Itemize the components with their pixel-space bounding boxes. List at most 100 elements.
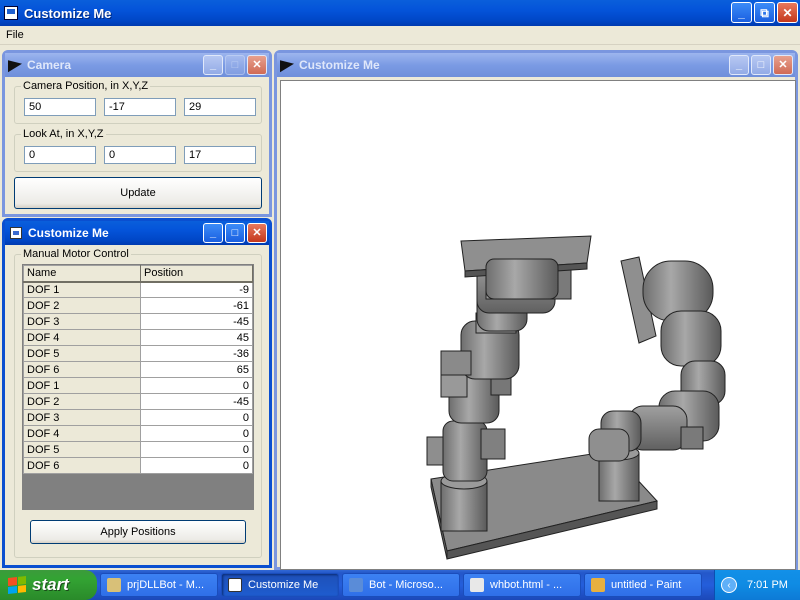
dof-name-cell: DOF 2: [23, 297, 141, 314]
main-title-bar[interactable]: Customize Me _ ⧉ ✕: [0, 0, 800, 26]
menu-file[interactable]: File: [0, 29, 30, 41]
mdi-client-area: Camera _ □ ✕ Camera Position, in X,Y,Z L…: [0, 45, 800, 570]
taskbar-item-customize-me[interactable]: Customize Me: [221, 573, 339, 597]
camera-window-title-bar[interactable]: Camera _ □ ✕: [5, 53, 269, 77]
clock[interactable]: 7:01 PM: [747, 579, 788, 591]
camera-y-input[interactable]: [104, 98, 176, 116]
update-button[interactable]: Update: [14, 177, 262, 209]
window-title: Customize Me: [24, 5, 112, 21]
table-row[interactable]: DOF 4 45: [23, 329, 253, 346]
table-row[interactable]: DOF 40: [23, 425, 253, 442]
dof-name-cell: DOF 4: [23, 329, 141, 346]
chevron-left-icon[interactable]: ‹: [721, 577, 737, 593]
app-window-icon: [4, 6, 18, 20]
windows-logo-icon: [8, 576, 26, 594]
dof-name-cell: DOF 5: [23, 345, 141, 362]
system-tray: ‹ 7:01 PM: [714, 570, 800, 600]
camera-position-legend: Camera Position, in X,Y,Z: [23, 80, 149, 92]
html-file-icon: [470, 578, 484, 592]
motor-minimize-button[interactable]: _: [203, 223, 223, 243]
dof-name-cell: DOF 6: [23, 457, 141, 474]
table-row[interactable]: DOF 2 -61: [23, 297, 253, 314]
apply-positions-button[interactable]: Apply Positions: [30, 520, 246, 544]
motor-grid[interactable]: Name Position DOF 1 -9 DOF 2 -61 DOF 3 -45 DOF…: [22, 264, 254, 510]
dof-name-cell: DOF 5: [23, 441, 141, 458]
dof-position-cell[interactable]: -45: [140, 393, 253, 410]
taskbar-item-prjdllbot[interactable]: prjDLLBot - M...: [100, 573, 218, 597]
camera-z-input[interactable]: [184, 98, 256, 116]
motor-window-title-bar[interactable]: Customize Me _ □ ✕: [5, 221, 269, 245]
camera-minimize-button[interactable]: _: [203, 55, 223, 75]
minimize-button[interactable]: _: [731, 2, 752, 23]
table-row[interactable]: DOF 5 -36: [23, 345, 253, 362]
table-row[interactable]: DOF 30: [23, 409, 253, 426]
dof-name-cell: DOF 1: [23, 377, 141, 394]
look-x-input[interactable]: [24, 146, 96, 164]
task-label: Bot - Microso...: [369, 579, 443, 591]
motor-maximize-button[interactable]: □: [225, 223, 245, 243]
viewport-minimize-button[interactable]: _: [729, 55, 749, 75]
look-z-input[interactable]: [184, 146, 256, 164]
look-at-legend: Look At, in X,Y,Z: [23, 128, 104, 140]
paint-icon: [591, 578, 605, 592]
taskbar-item-bot-word[interactable]: Bot - Microso...: [342, 573, 460, 597]
table-row[interactable]: DOF 50: [23, 441, 253, 458]
viewport-window-title: Customize Me: [299, 58, 380, 72]
camera-maximize-button: □: [225, 55, 245, 75]
motor-close-button[interactable]: ✕: [247, 223, 267, 243]
3d-viewport[interactable]: [280, 80, 796, 570]
dof-name-cell: DOF 3: [23, 313, 141, 330]
table-row[interactable]: DOF 3 -45: [23, 313, 253, 330]
taskbar: start prjDLLBot - M... Customize Me Bot …: [0, 570, 800, 600]
taskbar-item-whbot-html[interactable]: whbot.html - ...: [463, 573, 581, 597]
dof-position-cell[interactable]: 0: [140, 409, 253, 426]
task-label: whbot.html - ...: [490, 579, 563, 591]
dof-name-cell: DOF 3: [23, 409, 141, 426]
dof-position-cell[interactable]: -36: [140, 345, 253, 362]
table-row[interactable]: DOF 2 -45: [23, 393, 253, 410]
dof-position-cell[interactable]: 65: [140, 361, 253, 378]
dof-name-cell: DOF 6: [23, 361, 141, 378]
column-header-name[interactable]: Name: [23, 265, 141, 283]
dof-position-cell[interactable]: 45: [140, 329, 253, 346]
dof-name-cell: DOF 2: [23, 393, 141, 410]
vb-project-icon: [107, 578, 121, 592]
look-y-input[interactable]: [104, 146, 176, 164]
viewport-maximize-button[interactable]: □: [751, 55, 771, 75]
table-row[interactable]: DOF 60: [23, 457, 253, 474]
task-label: prjDLLBot - M...: [127, 579, 205, 591]
dof-name-cell: DOF 1: [23, 281, 141, 298]
dof-position-cell[interactable]: 0: [140, 441, 253, 458]
dof-position-cell[interactable]: 0: [140, 425, 253, 442]
app-window-icon: [228, 578, 242, 592]
arrow-cursor-icon: [8, 57, 22, 73]
column-header-position[interactable]: Position: [140, 265, 253, 283]
dof-position-cell[interactable]: -9: [140, 281, 253, 298]
task-label: Customize Me: [248, 579, 319, 591]
restore-button[interactable]: ⧉: [754, 2, 775, 23]
taskbar-item-paint[interactable]: untitled - Paint: [584, 573, 702, 597]
table-row[interactable]: DOF 6 65: [23, 361, 253, 378]
table-row[interactable]: DOF 10: [23, 377, 253, 394]
dof-position-cell[interactable]: 0: [140, 457, 253, 474]
camera-close-button[interactable]: ✕: [247, 55, 267, 75]
dof-position-cell[interactable]: -61: [140, 297, 253, 314]
viewport-window-title-bar[interactable]: Customize Me _ □ ✕: [277, 53, 795, 77]
robot-render: [426, 235, 726, 560]
dof-position-cell[interactable]: -45: [140, 313, 253, 330]
viewport-close-button[interactable]: ✕: [773, 55, 793, 75]
table-row[interactable]: DOF 1 -9: [23, 281, 253, 298]
camera-x-input[interactable]: [24, 98, 96, 116]
app-window-icon: [10, 227, 22, 239]
dof-position-cell[interactable]: 0: [140, 377, 253, 394]
office-doc-icon: [349, 578, 363, 592]
manual-motor-legend: Manual Motor Control: [23, 248, 129, 260]
arrow-cursor-icon: [280, 57, 294, 73]
close-button[interactable]: ✕: [777, 2, 798, 23]
start-button[interactable]: start: [0, 570, 97, 600]
dof-name-cell: DOF 4: [23, 425, 141, 442]
motor-window-title: Customize Me: [28, 226, 109, 240]
viewport-window: Customize Me _ □ ✕: [274, 50, 798, 570]
camera-window: Camera _ □ ✕ Camera Position, in X,Y,Z L…: [2, 50, 272, 217]
motor-control-window: Customize Me _ □ ✕ Manual Motor Control …: [2, 218, 272, 568]
